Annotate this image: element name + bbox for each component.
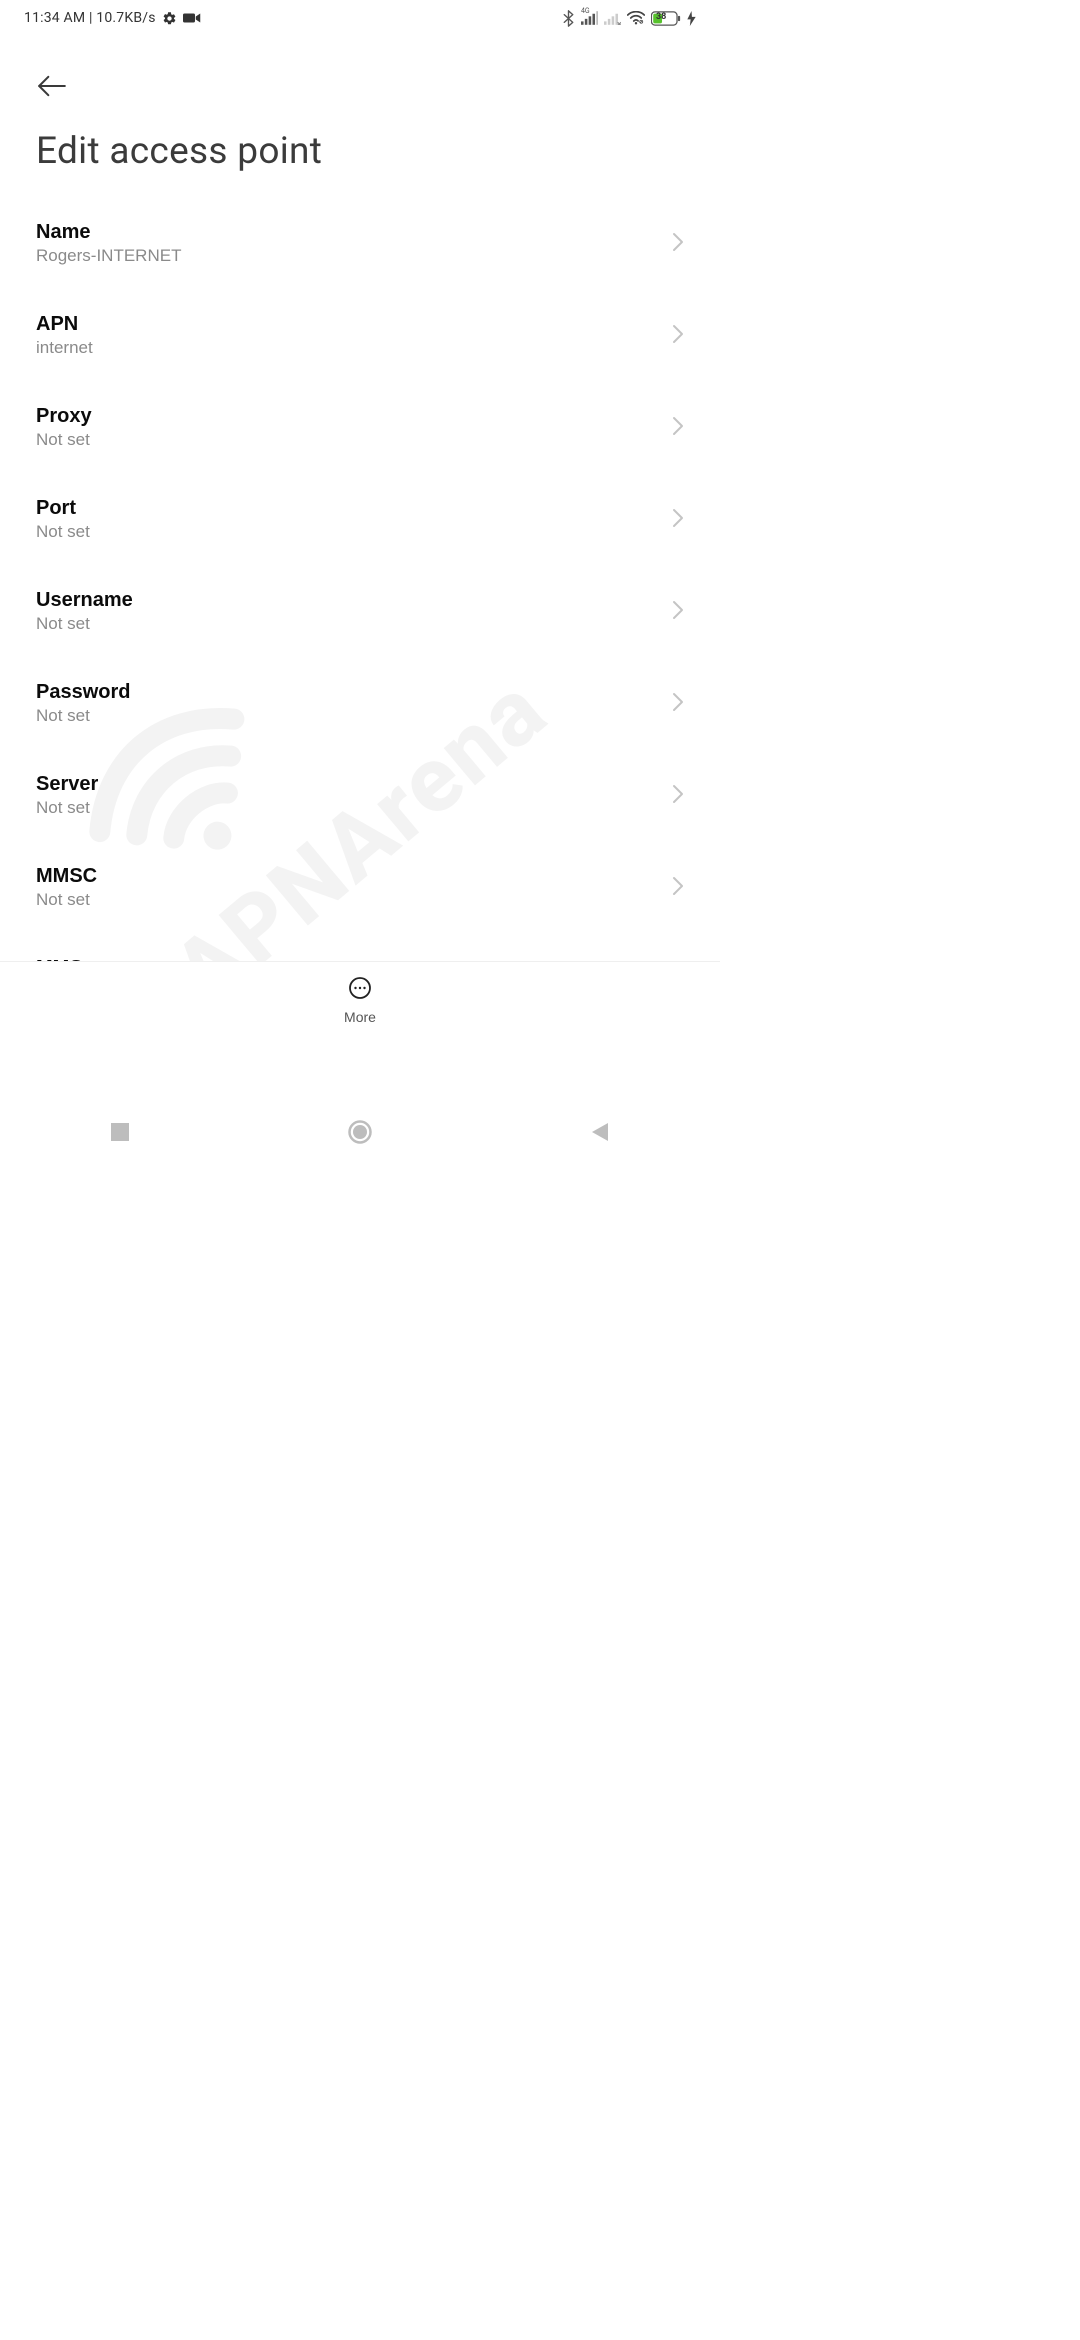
signal-nosim-icon xyxy=(604,11,621,25)
status-time-text: 11:34 AM xyxy=(24,10,85,26)
setting-row-username[interactable]: Username Not set xyxy=(0,565,720,657)
setting-label: Port xyxy=(36,497,90,520)
circle-icon xyxy=(348,1120,372,1147)
network-type-label: 4G xyxy=(581,7,590,15)
setting-value: Not set xyxy=(36,890,97,910)
settings-list: Name Rogers-INTERNET APN internet Proxy … xyxy=(0,191,720,1025)
gear-icon xyxy=(162,11,177,26)
nav-back-button[interactable] xyxy=(540,1103,660,1163)
setting-main: Username Not set xyxy=(36,589,133,634)
setting-label: Username xyxy=(36,589,133,612)
triangle-left-icon xyxy=(591,1122,609,1145)
battery-percent-text: 38 xyxy=(656,12,666,22)
status-left: 11:34 AM | 10.7KB/s xyxy=(24,10,201,26)
setting-label: Name xyxy=(36,221,181,244)
page-title: Edit access point xyxy=(0,108,720,191)
battery-icon: 38 xyxy=(651,11,681,26)
setting-value: Not set xyxy=(36,430,92,450)
setting-row-apn[interactable]: APN internet xyxy=(0,289,720,381)
chevron-right-icon xyxy=(672,232,684,255)
back-button[interactable] xyxy=(30,64,74,108)
setting-value: Rogers-INTERNET xyxy=(36,246,181,266)
setting-label: Password xyxy=(36,681,130,704)
setting-row-server[interactable]: Server Not set xyxy=(0,749,720,841)
setting-main: Proxy Not set xyxy=(36,405,92,450)
setting-value: Not set xyxy=(36,614,133,634)
camera-icon xyxy=(183,12,201,24)
setting-value: internet xyxy=(36,338,93,358)
chevron-right-icon xyxy=(672,876,684,899)
setting-value: Not set xyxy=(36,522,90,542)
chevron-right-icon xyxy=(672,416,684,439)
chevron-right-icon xyxy=(672,600,684,623)
setting-main: Server Not set xyxy=(36,773,98,818)
setting-main: Password Not set xyxy=(36,681,130,726)
setting-main: APN internet xyxy=(36,313,93,358)
square-icon xyxy=(111,1123,129,1144)
setting-label: Proxy xyxy=(36,405,92,428)
setting-label: Server xyxy=(36,773,98,796)
top-bar xyxy=(0,36,720,108)
chevron-right-icon xyxy=(672,324,684,347)
setting-main: Name Rogers-INTERNET xyxy=(36,221,181,266)
charging-icon xyxy=(687,11,696,26)
arrow-left-icon xyxy=(37,75,67,97)
chevron-right-icon xyxy=(672,692,684,715)
setting-row-proxy[interactable]: Proxy Not set xyxy=(0,381,720,473)
system-nav-bar xyxy=(0,1103,720,1163)
setting-row-password[interactable]: Password Not set xyxy=(0,657,720,749)
setting-label: MMSC xyxy=(36,865,97,888)
setting-label: APN xyxy=(36,313,93,336)
setting-row-port[interactable]: Port Not set xyxy=(0,473,720,565)
more-button[interactable]: More xyxy=(344,976,376,1025)
setting-row-mmsc[interactable]: MMSC Not set xyxy=(0,841,720,933)
nav-home-button[interactable] xyxy=(300,1103,420,1163)
status-right: 4G xyxy=(562,10,696,27)
setting-value: Not set xyxy=(36,706,130,726)
bottom-action-bar: More xyxy=(0,961,720,1039)
more-label: More xyxy=(344,1009,376,1025)
status-speed-text: 10.7KB/s xyxy=(96,10,155,26)
setting-main: Port Not set xyxy=(36,497,90,542)
list-fade-overlay xyxy=(0,1398,720,1418)
setting-value: Not set xyxy=(36,798,98,818)
status-time: 11:34 AM | 10.7KB/s xyxy=(24,10,156,26)
chevron-right-icon xyxy=(672,508,684,531)
more-icon xyxy=(348,976,372,1003)
setting-main: MMSC Not set xyxy=(36,865,97,910)
chevron-right-icon xyxy=(672,784,684,807)
nav-recents-button[interactable] xyxy=(60,1103,180,1163)
status-bar: 11:34 AM | 10.7KB/s 4G xyxy=(0,0,720,36)
setting-row-name[interactable]: Name Rogers-INTERNET xyxy=(0,197,720,289)
bluetooth-icon xyxy=(562,10,575,27)
signal-4g-icon: 4G xyxy=(581,11,598,25)
wifi-icon xyxy=(627,11,645,25)
